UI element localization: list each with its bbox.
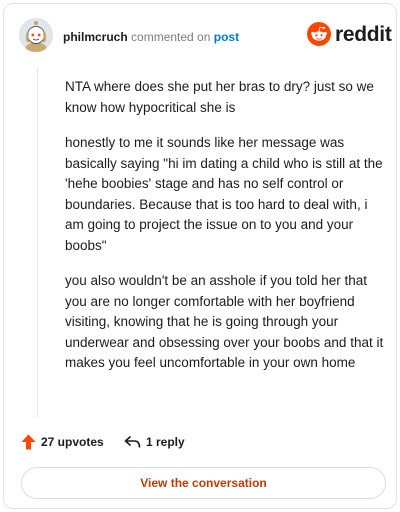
thread-line — [37, 68, 38, 418]
upvote-count: 27 upvotes — [41, 435, 104, 449]
reply-button[interactable]: 1 reply — [124, 432, 185, 452]
comment-card: philmcruch commented on post reddit NTA … — [3, 3, 397, 509]
upvote-arrow-icon — [21, 434, 36, 450]
brand-wordmark: reddit — [335, 23, 392, 46]
reddit-snoo-icon — [307, 22, 331, 46]
snoo-avatar-icon — [19, 18, 53, 52]
comment-paragraph: NTA where does she put her bras to dry? … — [65, 79, 374, 115]
comment-body: NTA where does she put her bras to dry? … — [65, 77, 385, 389]
action-text: commented on — [131, 30, 211, 44]
comment-meta: philmcruch commented on post — [63, 30, 239, 44]
comment-paragraph: you also wouldn't be an asshole if you t… — [65, 273, 384, 370]
user-avatar[interactable] — [19, 18, 53, 52]
reply-arrow-icon — [124, 435, 141, 448]
post-link[interactable]: post — [214, 30, 239, 44]
comment-paragraph: honestly to me it sounds like her messag… — [65, 135, 383, 253]
reply-count: 1 reply — [146, 435, 185, 449]
upvote-button[interactable]: 27 upvotes — [21, 432, 104, 452]
comment-header: philmcruch commented on post reddit — [19, 18, 392, 54]
username-link[interactable]: philmcruch — [63, 30, 128, 44]
comment-actions: 27 upvotes 1 reply — [21, 432, 381, 452]
reddit-brand[interactable]: reddit — [307, 20, 392, 50]
view-conversation-button[interactable]: View the conversation — [21, 467, 386, 499]
